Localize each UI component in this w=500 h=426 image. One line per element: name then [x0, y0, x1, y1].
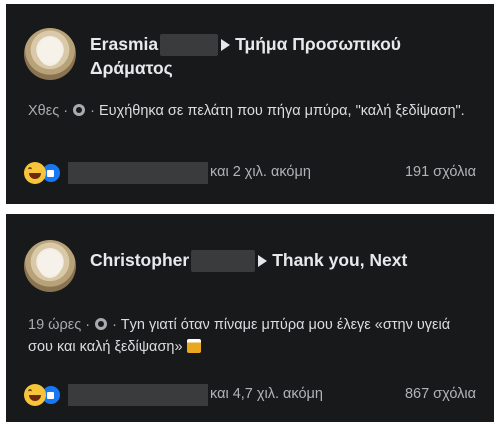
comments-count[interactable]: 867 σχόλια — [405, 386, 476, 402]
redacted-reactors — [68, 162, 208, 184]
arrow-right-icon — [258, 255, 268, 268]
haha-icon[interactable] — [24, 384, 46, 406]
group-name[interactable]: Τμήμα Προσωπικού — [235, 34, 401, 54]
globe-icon — [73, 104, 86, 116]
post-card: Christopher Thank you, Next 19 ώρες · · Τ… — [6, 214, 494, 422]
comments-count[interactable]: 191 σχόλια — [405, 164, 476, 180]
beer-icon — [186, 339, 201, 353]
redacted-name — [160, 34, 219, 57]
reactions-count[interactable]: και 2 χιλ. ακόμη — [210, 164, 311, 180]
avatar[interactable] — [24, 240, 76, 292]
group-name[interactable]: Thank you, Next — [272, 250, 407, 270]
globe-icon — [95, 318, 108, 330]
group-name-continued[interactable]: Δράματος — [90, 58, 173, 78]
arrow-right-icon — [221, 39, 231, 52]
timestamp[interactable]: Χθες — [28, 103, 59, 119]
post-header: Christopher Thank you, Next — [90, 248, 484, 273]
timestamp[interactable]: 19 ώρες — [28, 317, 81, 333]
author-name[interactable]: Erasmia — [90, 34, 158, 54]
avatar[interactable] — [24, 28, 76, 80]
separator: · — [63, 103, 69, 119]
reactions-count[interactable]: και 4,7 χιλ. ακόμη — [210, 386, 323, 402]
post-footer: και 4,7 χιλ. ακόμη 867 σχόλια — [24, 382, 476, 408]
separator: · — [112, 317, 117, 333]
post-text: Χθες · · Ευχήθηκα σε πελάτη που πήγα μπύ… — [28, 100, 478, 122]
post-body: Τyn γιατί όταν πίναμε μπύρα μου έλεγε «σ… — [28, 317, 451, 355]
post-text: 19 ώρες · · Τyn γιατί όταν πίναμε μπύρα … — [28, 314, 478, 358]
author-name[interactable]: Christopher — [90, 250, 189, 270]
separator: · — [85, 317, 91, 333]
redacted-reactors — [68, 384, 208, 406]
post-card: Erasmia Τμήμα Προσωπικού Δράματος Χθες · … — [6, 4, 494, 204]
post-body: Ευχήθηκα σε πελάτη που πήγα μπύρα, "καλή… — [99, 103, 465, 119]
post-header: Erasmia Τμήμα Προσωπικού Δράματος — [90, 32, 484, 80]
separator: · — [90, 103, 95, 119]
post-footer: και 2 χιλ. ακόμη 191 σχόλια — [24, 160, 476, 186]
redacted-name — [191, 250, 256, 273]
haha-icon[interactable] — [24, 162, 46, 184]
